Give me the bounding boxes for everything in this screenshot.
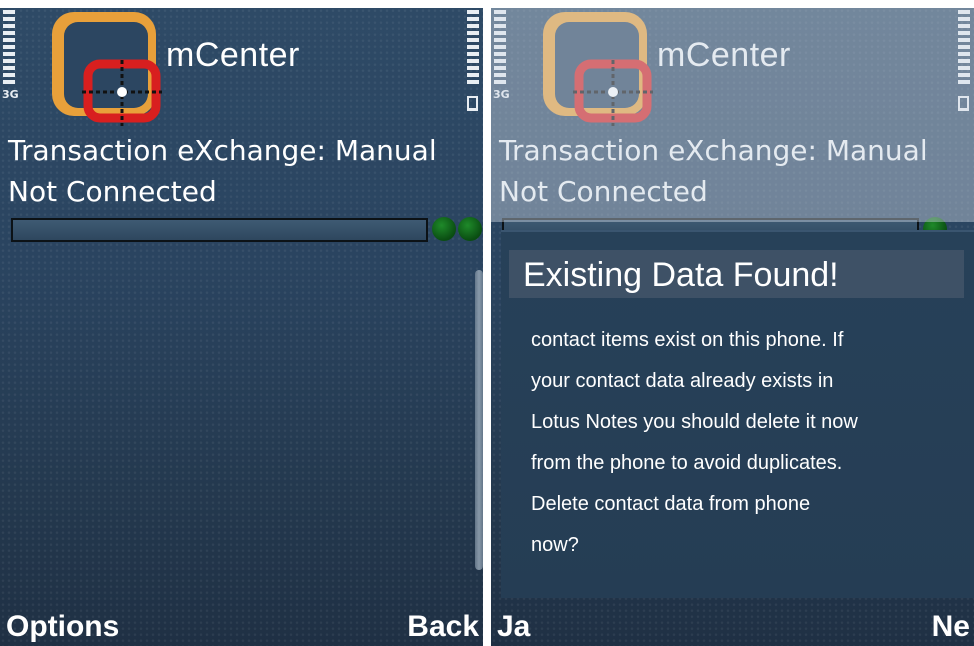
battery-bars-icon — [467, 10, 479, 87]
dialog-message-line: contact items exist on this phone. If — [531, 329, 844, 351]
exchange-mode-text: Transaction eXchange: Manual — [8, 134, 437, 167]
connection-led-icon — [458, 217, 482, 241]
no-softkey[interactable]: Ne — [932, 610, 970, 644]
dialog-message: contact items exist on this phone. If yo… — [531, 320, 951, 566]
dialog-title: Existing Data Found! — [523, 256, 839, 294]
dialog-message-line: Lotus Notes you should delete it now — [531, 411, 858, 433]
battery-icon — [467, 96, 478, 111]
dialog-message-line: now? — [531, 534, 579, 556]
existing-data-dialog: Existing Data Found! contact items exist… — [501, 230, 974, 598]
mcenter-logo-icon — [52, 12, 162, 126]
connection-status-text: Not Connected — [8, 175, 217, 208]
network-3g-icon: 3G — [2, 88, 19, 101]
connection-led-icon — [432, 217, 456, 241]
phone-screen-main: 3G mCenter Transaction eXchange: Manual … — [0, 8, 483, 646]
options-softkey[interactable]: Options — [6, 610, 119, 644]
background-dim-overlay — [491, 8, 974, 222]
back-softkey[interactable]: Back — [407, 610, 479, 644]
dialog-message-line: your contact data already exists in — [531, 370, 834, 392]
signal-bars-icon — [3, 10, 15, 87]
yes-softkey[interactable]: Ja — [497, 610, 530, 644]
sync-progress-bar — [11, 218, 428, 242]
dialog-message-line: Delete contact data from phone — [531, 493, 811, 515]
scrollbar[interactable] — [475, 270, 483, 570]
dialog-message-line: from the phone to avoid duplicates. — [531, 452, 843, 474]
app-title: mCenter — [166, 36, 300, 74]
phone-screen-dialog: 3G mCenter Transaction eXchange: Manual … — [491, 8, 974, 646]
